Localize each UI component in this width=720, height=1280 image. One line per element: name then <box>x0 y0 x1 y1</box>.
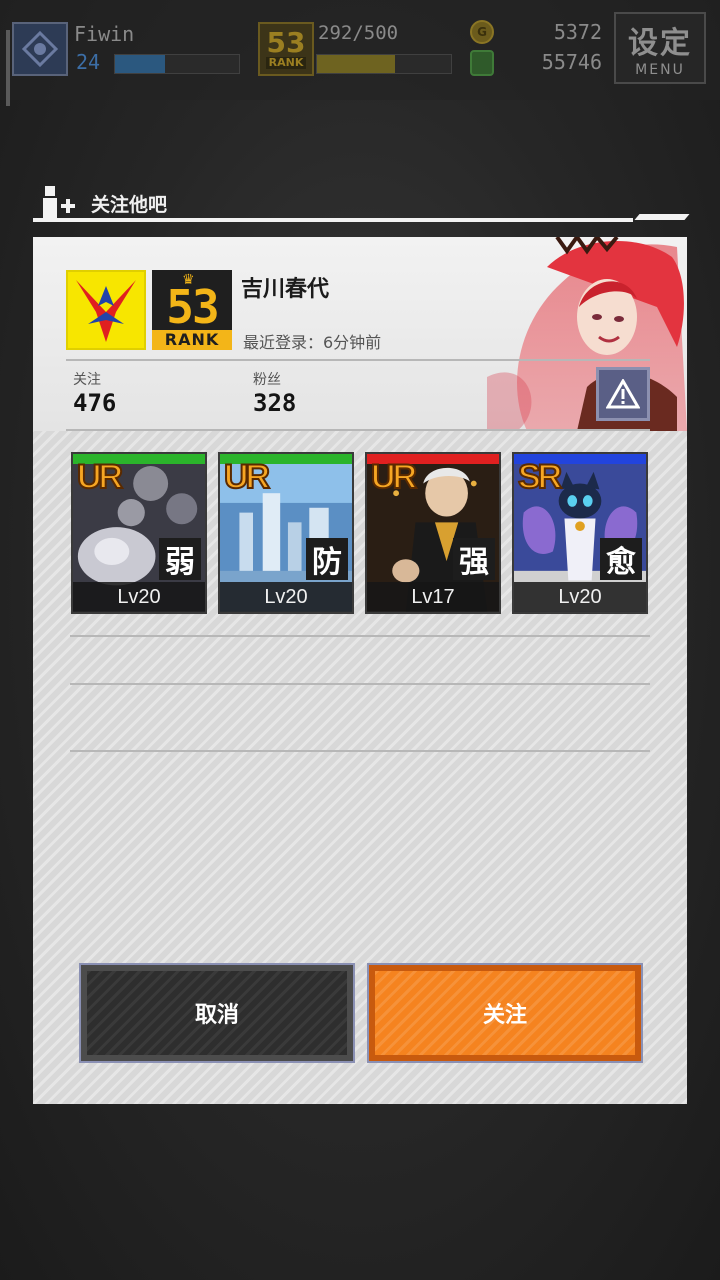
header-underline-accent <box>634 214 690 220</box>
top-hud: Fiwin 24 53 RANK 292/500 G 5372 55746 设定… <box>0 0 720 106</box>
stats-divider <box>66 429 650 431</box>
rank-label: RANK <box>152 330 232 350</box>
deck-card-4[interactable]: SR 愈 Lv20 <box>512 452 648 614</box>
crown-icon: ♛ <box>182 272 195 288</box>
card-rarity: UR <box>223 457 271 497</box>
rank-number: 53 <box>166 280 219 334</box>
coin-icon: G <box>470 20 494 44</box>
profile-section: ♛ 53 RANK 吉川春代 最近登录：6分钟前 关注 476 粉丝 328 <box>33 237 687 431</box>
stamina-bar-fill <box>317 55 395 73</box>
profile-divider <box>66 359 650 361</box>
add-person-icon <box>43 186 75 220</box>
hud-rank-label: RANK <box>265 57 307 69</box>
card-rarity: UR <box>370 457 418 497</box>
dialog-header: 关注他吧 <box>33 182 690 222</box>
followers-count: 328 <box>253 389 297 417</box>
follow-dialog-panel: ♛ 53 RANK 吉川春代 最近登录：6分钟前 关注 476 粉丝 328 U… <box>33 237 687 1104</box>
card-attribute: 防 <box>306 538 348 580</box>
xp-bar <box>114 54 240 74</box>
cancel-button[interactable]: 取消 <box>79 963 355 1063</box>
card-level: Lv20 <box>220 582 352 612</box>
following-count: 476 <box>73 389 117 417</box>
card-rarity: SR <box>517 457 563 497</box>
menu-sub-label: MENU <box>635 62 685 78</box>
deck-card-2[interactable]: UR 防 Lv20 <box>218 452 354 614</box>
deck-card-3[interactable]: UR 强 Lv17 <box>365 452 501 614</box>
hud-player-level: 24 <box>76 50 101 74</box>
hud-rank-number: 53 <box>266 26 306 59</box>
stamina-bar <box>316 54 452 74</box>
stamina-value: 292/500 <box>318 22 399 44</box>
empty-row-divider <box>70 683 650 685</box>
header-underline <box>33 218 633 222</box>
cash-icon <box>470 50 494 76</box>
character-portrait-icon <box>487 237 687 431</box>
card-level: Lv17 <box>367 582 499 612</box>
xp-bar-fill <box>115 55 165 73</box>
player-emblem-icon[interactable] <box>12 22 68 76</box>
menu-button[interactable]: 设定 MENU <box>614 12 706 84</box>
report-button[interactable] <box>596 367 650 421</box>
last-login: 最近登录：6分钟前 <box>243 333 382 352</box>
menu-label: 设定 <box>628 26 692 61</box>
hud-player-name: Fiwin <box>74 22 135 46</box>
card-attribute: 强 <box>453 538 495 580</box>
coin-count: 5372 <box>553 20 602 44</box>
following-label: 关注 <box>73 372 101 388</box>
empty-row-divider <box>70 750 650 752</box>
cash-count: 55746 <box>541 50 602 74</box>
deck-card-1[interactable]: UR 弱 Lv20 <box>71 452 207 614</box>
player-emblem-icon <box>66 270 146 350</box>
card-attribute: 弱 <box>159 538 201 580</box>
cards-divider <box>70 635 650 637</box>
hud-rank-badge: 53 RANK <box>258 22 314 76</box>
player-name: 吉川春代 <box>241 277 330 302</box>
followers-label: 粉丝 <box>253 372 281 388</box>
card-attribute: 愈 <box>600 538 642 580</box>
card-rarity: UR <box>76 457 124 497</box>
hud-edge-marker <box>6 30 10 106</box>
card-level: Lv20 <box>73 582 205 612</box>
follow-button[interactable]: 关注 <box>367 963 643 1063</box>
card-level: Lv20 <box>514 582 646 612</box>
rank-badge: ♛ 53 RANK <box>152 270 232 350</box>
dialog-title: 关注他吧 <box>91 194 168 216</box>
warning-icon <box>606 379 640 409</box>
